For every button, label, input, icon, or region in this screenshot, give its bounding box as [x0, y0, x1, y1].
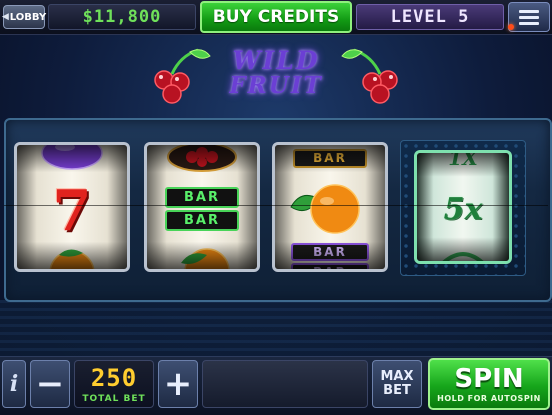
level-value: LEVEL 5: [390, 7, 470, 27]
bet-label: TOTAL BET: [82, 394, 146, 404]
maxbet-label-line2: BET: [383, 383, 411, 398]
total-bet-display: 250 TOTAL BET: [74, 360, 154, 408]
double-bar-symbol: BAR BAR: [147, 187, 257, 231]
bar-symbol: BAR BAR: [275, 243, 385, 269]
bar-plate: BAR: [291, 263, 369, 269]
seven-symbol: 7: [17, 181, 127, 241]
plum-icon: [17, 145, 127, 175]
level-indicator: LEVEL 5: [356, 4, 504, 30]
hamburger-icon-line: [519, 21, 539, 25]
spin-button[interactable]: SPIN HOLD FOR AUTOSPIN: [428, 358, 550, 410]
bar-symbol: BAR: [275, 148, 385, 168]
minus-icon: −: [35, 364, 65, 404]
spin-label: SPIN: [454, 363, 524, 394]
reel-1: 7: [14, 142, 130, 272]
spin-sublabel: HOLD FOR AUTOSPIN: [437, 393, 541, 403]
multiplier-5x: 5x: [443, 191, 483, 227]
maxbet-label-line1: MAX: [380, 368, 414, 384]
bar-plate: BAR: [291, 243, 369, 261]
buy-credits-button[interactable]: BUY CREDITS: [200, 1, 352, 33]
logo-line-fruit: FRUIT: [229, 72, 323, 99]
multiplier-1x: 1X: [448, 150, 478, 170]
orange-icon: [147, 241, 257, 269]
lobby-label: LOBBY: [9, 11, 47, 23]
logo-line-wild: WILD: [232, 46, 320, 75]
wild-icon: [417, 241, 509, 261]
info-icon: i: [9, 371, 19, 397]
win-display: [202, 360, 368, 408]
payline: [4, 205, 548, 206]
reel-3: BAR BAR BAR: [272, 142, 388, 272]
bar-plate: BAR: [293, 148, 367, 168]
background-stripes: [0, 300, 552, 360]
orange-icon: [17, 243, 127, 269]
cherries-icon: [147, 145, 257, 173]
lobby-button[interactable]: ◀ LOBBY: [1, 5, 47, 29]
credits-balance: $11,800: [48, 4, 196, 30]
bar-plate: BAR: [165, 210, 239, 231]
max-bet-button[interactable]: MAX BET: [372, 360, 422, 408]
hamburger-icon-line: [519, 15, 539, 19]
orange-icon: [275, 181, 385, 237]
back-arrow-icon: ◀: [1, 12, 9, 22]
seven-icon: 7: [52, 178, 92, 244]
increase-bet-button[interactable]: +: [158, 360, 198, 408]
decrease-bet-button[interactable]: −: [30, 360, 70, 408]
buy-credits-label: BUY CREDITS: [212, 7, 340, 27]
menu-button[interactable]: [508, 2, 550, 32]
reel-4-multiplier: 1X 5x: [414, 150, 512, 264]
reel-2: BAR BAR: [144, 142, 260, 272]
hamburger-icon-line: [519, 9, 539, 13]
notification-dot: [508, 24, 514, 30]
plus-icon: +: [163, 364, 193, 404]
bet-value: 250: [90, 364, 138, 392]
info-button[interactable]: i: [2, 360, 26, 408]
game-logo: WILD FRUIT: [150, 44, 402, 108]
credits-value: $11,800: [82, 7, 162, 27]
